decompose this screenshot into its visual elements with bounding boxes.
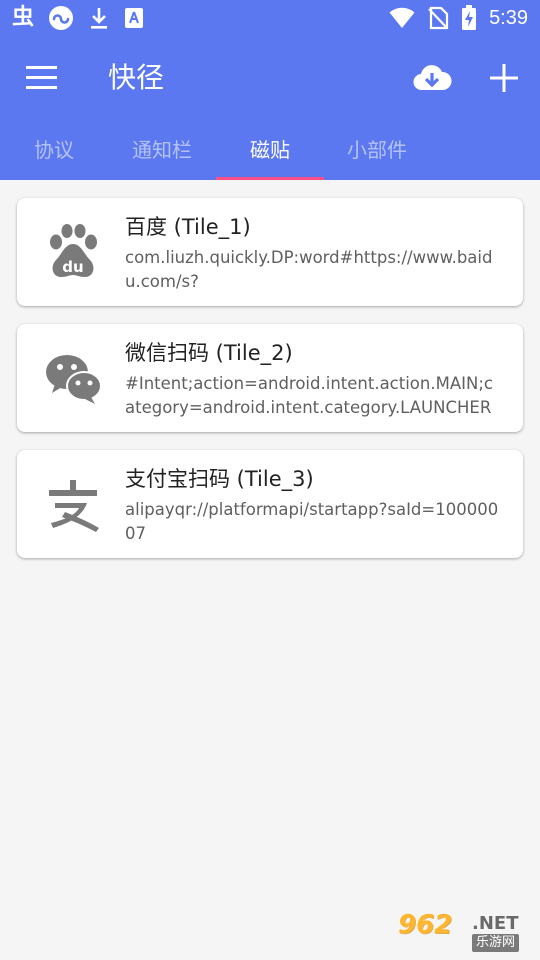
watermark-subtitle: 乐游网 [472, 934, 520, 952]
tile-description: com.liuzh.quickly.DP:word#https://www.ba… [125, 248, 493, 291]
tile-description: alipayqr://platformapi/startapp?saId=100… [125, 500, 499, 543]
status-left-icons: 虫 [12, 4, 144, 32]
tab-indicator [216, 177, 324, 180]
svg-text:du: du [62, 258, 83, 276]
site-watermark: 962 .NET 乐游网 [398, 910, 534, 954]
battery-charging-icon [462, 5, 477, 30]
tile-title: 支付宝扫码 (Tile_3) [125, 467, 314, 491]
store-icon [125, 8, 144, 28]
app-notification-icon: 虫 [12, 5, 35, 30]
add-icon[interactable] [488, 62, 520, 94]
status-bar: 虫 5:39 [0, 0, 540, 36]
tab-bar: 协议 通知栏 磁贴 小部件 [0, 120, 540, 180]
tab-widgets[interactable]: 小部件 [322, 120, 432, 180]
tile-title: 微信扫码 (Tile_2) [125, 341, 293, 365]
tile-description: #Intent;action=android.intent.action.MAI… [125, 374, 493, 417]
tab-tiles[interactable]: 磁贴 [216, 120, 324, 180]
hamburger-menu-icon[interactable] [26, 64, 58, 92]
game-notification-icon [49, 6, 74, 30]
cloud-download-icon[interactable] [412, 58, 452, 98]
download-icon [91, 8, 108, 29]
status-time: 5:39 [489, 7, 528, 29]
tile-card-wechat[interactable]: 微信扫码 (Tile_2) #Intent;action=android.int… [17, 324, 523, 432]
no-sim-icon [428, 6, 449, 30]
toolbar: 快径 [0, 36, 540, 120]
tab-protocol[interactable]: 协议 [6, 120, 102, 180]
wifi-icon [389, 7, 415, 29]
tile-title: 百度 (Tile_1) [125, 215, 251, 239]
baidu-paw-icon: du [50, 224, 97, 277]
wechat-icon [46, 355, 102, 404]
tab-notification-bar[interactable]: 通知栏 [108, 120, 216, 180]
app-bar: 虫 5:39 快径 协议 通知栏 磁贴 小部件 [0, 0, 540, 180]
tile-card-alipay[interactable]: 支付宝扫码 (Tile_3) alipayqr://platformapi/st… [17, 450, 523, 558]
tile-card-baidu[interactable]: du 百度 (Tile_1) com.liuzh.quickly.DP:word… [17, 198, 523, 306]
alipay-icon [49, 480, 99, 532]
status-right-icons: 5:39 [389, 4, 528, 32]
watermark-number: 962 [398, 910, 453, 940]
page-title: 快径 [108, 61, 165, 94]
watermark-suffix: .NET [472, 913, 519, 934]
